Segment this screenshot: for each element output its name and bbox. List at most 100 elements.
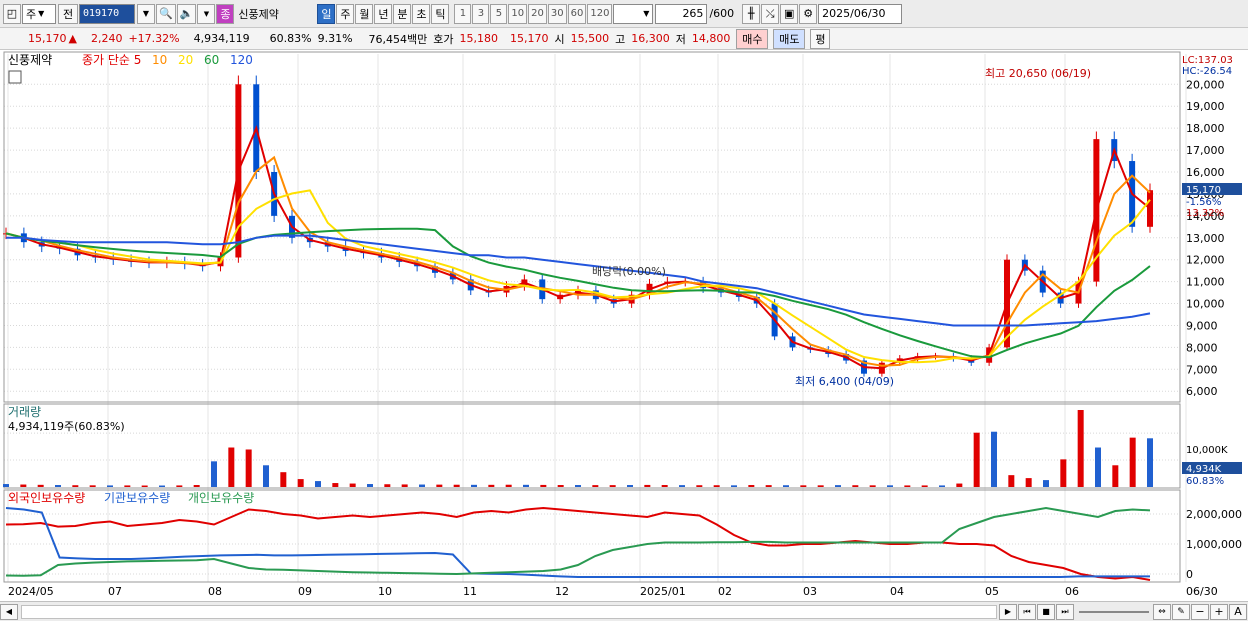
buy-button[interactable]: 매수 bbox=[736, 28, 769, 49]
tab-interval-10[interactable]: 10 bbox=[508, 3, 528, 24]
tab-period-분[interactable]: 분 bbox=[393, 3, 412, 24]
amount-value: 76,454백만 bbox=[368, 32, 428, 46]
date-tick-label: 2025/01 bbox=[640, 585, 686, 598]
volume-bar bbox=[263, 465, 269, 487]
volume-bar bbox=[505, 484, 512, 487]
date-tick-label: 07 bbox=[108, 585, 122, 598]
blank-select[interactable]: ▼ bbox=[613, 3, 654, 24]
tab-period-일[interactable]: 일 bbox=[317, 3, 336, 24]
scroll-left-icon[interactable]: ◀ bbox=[0, 603, 18, 620]
open-label: 시 bbox=[554, 32, 565, 46]
volume-bar bbox=[419, 484, 425, 487]
zoom-icon[interactable]: ⇔ bbox=[1153, 603, 1171, 620]
stock-name-field[interactable]: 신풍제약 bbox=[235, 4, 315, 24]
plus-icon[interactable]: + bbox=[1210, 603, 1228, 620]
chevron-down-icon[interactable]: ▼ bbox=[197, 3, 216, 24]
volume-bar bbox=[731, 485, 737, 487]
volume-bar bbox=[193, 485, 200, 487]
eval-button[interactable]: 평 bbox=[810, 28, 831, 49]
volume-bar bbox=[37, 484, 44, 487]
prev-button[interactable]: 전 bbox=[58, 3, 78, 24]
volume-bar bbox=[661, 485, 668, 487]
holding-tick-label: 2,000,000 bbox=[1186, 508, 1242, 521]
volume-bar bbox=[453, 484, 460, 487]
window-icon[interactable]: ◰ bbox=[3, 3, 21, 24]
count-value: 265 bbox=[682, 7, 704, 20]
zoom-text-button[interactable]: A bbox=[1229, 603, 1247, 620]
date-tick-label: 08 bbox=[208, 585, 222, 598]
draw-icon[interactable]: ✎ bbox=[1172, 603, 1190, 620]
sell-button[interactable]: 매도 bbox=[773, 28, 806, 49]
stock-chart[interactable]: 6,000 7,000 8,000 9,000 10,000 11,000 12,000 13… bbox=[0, 50, 1248, 601]
holding-legend: 외국인보유수량 기관보유수량 개인보유수량 bbox=[8, 491, 254, 505]
volume-bar bbox=[72, 485, 79, 487]
volume-bar bbox=[575, 485, 581, 487]
horizontal-scrollbar[interactable] bbox=[21, 604, 997, 619]
volume-bar bbox=[1008, 475, 1015, 487]
volume-bar bbox=[124, 485, 131, 487]
volume-bar bbox=[939, 485, 945, 487]
price-tick-label: 8,000 bbox=[1186, 341, 1218, 354]
tab-interval-1[interactable]: 1 bbox=[454, 3, 472, 24]
chevron-down-icon[interactable]: ▼ bbox=[137, 3, 155, 24]
volume-bar bbox=[713, 485, 720, 487]
stop-icon[interactable]: ■ bbox=[1037, 603, 1055, 620]
tab-period-틱[interactable]: 틱 bbox=[431, 3, 450, 24]
play-icon[interactable]: ▶ bbox=[999, 603, 1017, 620]
volume-bar bbox=[332, 483, 339, 487]
table-icon[interactable] bbox=[8, 70, 22, 84]
stock-badge: 종 bbox=[216, 3, 235, 24]
count-input[interactable]: 265 bbox=[655, 3, 708, 24]
lc-label: LC:137.03 bbox=[1182, 55, 1233, 66]
minus-icon[interactable]: − bbox=[1191, 603, 1209, 620]
date-tick-label: 10 bbox=[378, 585, 392, 598]
speaker-icon[interactable]: 🔈 bbox=[176, 3, 197, 24]
candle-body bbox=[1147, 190, 1153, 227]
tab-period-년[interactable]: 년 bbox=[374, 3, 393, 24]
volume-bar bbox=[245, 449, 252, 487]
date-tick-label: 09 bbox=[298, 585, 312, 598]
legend-item: 10 bbox=[152, 53, 167, 67]
tab-interval-5[interactable]: 5 bbox=[490, 3, 508, 24]
volume-bar bbox=[852, 485, 859, 487]
save-icon[interactable]: ▣ bbox=[780, 3, 799, 24]
volume-bar bbox=[159, 485, 165, 487]
gear-icon[interactable]: ⚙ bbox=[799, 3, 818, 24]
volume-bar bbox=[991, 431, 997, 487]
chart-tool-icon[interactable]: ⤯ bbox=[761, 3, 780, 24]
candle-style-icon[interactable]: ╫ bbox=[742, 3, 761, 24]
tab-period-주[interactable]: 주 bbox=[336, 3, 355, 24]
search-icon[interactable]: 🔍 bbox=[156, 3, 176, 24]
tab-interval-120[interactable]: 120 bbox=[587, 3, 613, 24]
tab-period-초[interactable]: 초 bbox=[412, 3, 431, 24]
volume-bar bbox=[1043, 480, 1049, 487]
tab-interval-20[interactable]: 20 bbox=[528, 3, 547, 24]
date-input[interactable]: 2025/06/30 bbox=[818, 3, 903, 24]
tab-interval-30[interactable]: 30 bbox=[547, 3, 567, 24]
period-tabs: 일주월년분초틱 bbox=[317, 3, 450, 24]
tab-period-월[interactable]: 월 bbox=[355, 3, 374, 24]
interval-tabs: 1 3 5 10 20 30 60 120 bbox=[454, 3, 613, 24]
zoom-slider[interactable] bbox=[1079, 610, 1149, 613]
volume-bar bbox=[540, 484, 547, 487]
rewind-icon[interactable]: ⏮ bbox=[1018, 603, 1036, 620]
stock-code-input[interactable]: 019170 bbox=[79, 3, 135, 24]
tab-interval-60[interactable]: 60 bbox=[567, 3, 587, 24]
tab-interval-3[interactable]: 3 bbox=[472, 3, 490, 24]
forward-icon[interactable]: ⏭ bbox=[1056, 603, 1074, 620]
volume-bar bbox=[627, 485, 633, 487]
holding-tick-label: 0 bbox=[1186, 568, 1193, 581]
ask-label: 호가 bbox=[433, 32, 454, 46]
period-type-select[interactable]: 주 ▼ bbox=[22, 3, 56, 24]
volume-bar bbox=[644, 484, 651, 487]
quote-bar: 15,170 ▲ 2,240 +17.32% 4,934,119 60.83% … bbox=[0, 28, 1248, 50]
scroll-bar: ◀ ▶ ⏮ ■ ⏭ ⇔ ✎ − + A bbox=[0, 601, 1248, 621]
volume-bar bbox=[1112, 465, 1119, 487]
volume-ratio: 60.83% bbox=[269, 32, 312, 45]
volume-bar bbox=[349, 483, 356, 487]
price-change-pct: +17.32% bbox=[128, 32, 180, 45]
volume-bar bbox=[1129, 437, 1136, 487]
volume-bar bbox=[141, 485, 148, 487]
price-tick-label: 11,000 bbox=[1186, 276, 1225, 289]
chevron-down-icon: ▼ bbox=[38, 9, 45, 18]
